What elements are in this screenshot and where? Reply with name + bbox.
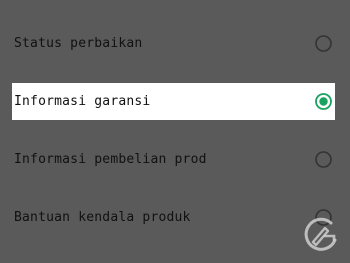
option-status-perbaikan[interactable]: Status perbaikan (12, 25, 335, 62)
gadget-logo-watermark-icon (304, 217, 337, 251)
radio-unselected-icon[interactable] (315, 35, 332, 52)
option-informasi-garansi[interactable]: Informasi garansi (12, 83, 335, 120)
option-informasi-pembelian-produk[interactable]: Informasi pembelian prod (12, 141, 335, 178)
option-label: Informasi pembelian prod (14, 152, 207, 167)
option-label: Status perbaikan (14, 36, 143, 51)
option-label: Bantuan kendala produk (14, 210, 191, 225)
radio-unselected-icon[interactable] (315, 151, 332, 168)
option-list: Status perbaikan Informasi garansi Infor… (0, 0, 350, 263)
option-bantuan-kendala-produk[interactable]: Bantuan kendala produk (12, 199, 335, 236)
option-label: Informasi garansi (14, 94, 151, 109)
radio-selected-icon[interactable] (315, 93, 332, 110)
